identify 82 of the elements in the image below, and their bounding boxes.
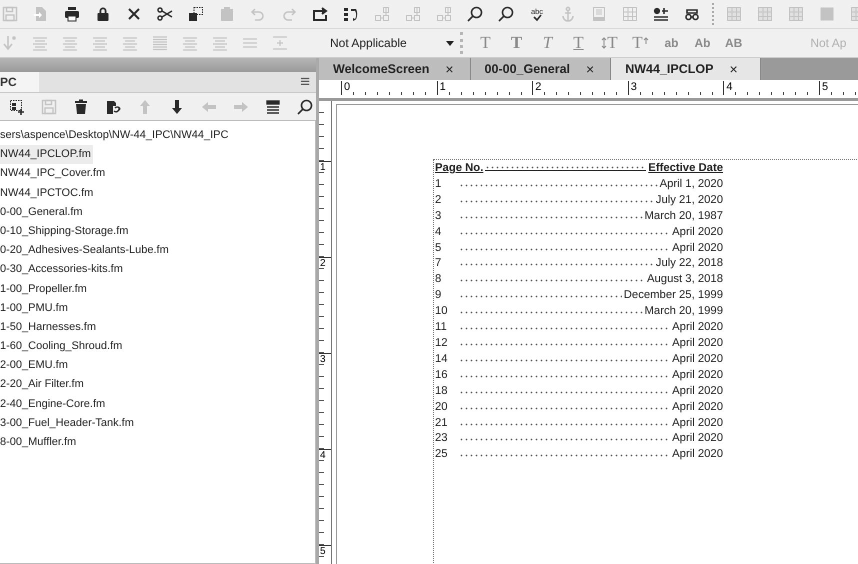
arrows-icon <box>601 37 608 49</box>
sort-icon[interactable] <box>343 6 359 22</box>
page-number: 23 <box>435 431 449 446</box>
page-number: 5 <box>435 240 442 256</box>
add-icon[interactable] <box>9 98 25 114</box>
file-item[interactable]: NW44_IPC_Cover.fm <box>0 164 108 184</box>
lock-icon[interactable] <box>95 6 111 22</box>
search-icon[interactable] <box>467 6 483 22</box>
page-number: 2 <box>435 192 442 208</box>
document-tab[interactable]: NW44_IPCLOP × <box>611 58 761 80</box>
copy-icon[interactable] <box>188 6 204 22</box>
file-item[interactable]: 1-50_Harnesses.fm <box>0 318 98 338</box>
file-item[interactable]: 1-60_Cooling_Shroud.fm <box>0 337 124 356</box>
effective-date: April 2020 <box>672 336 723 351</box>
page-number: 10 <box>435 304 449 320</box>
page-number: 20 <box>435 400 449 415</box>
effective-date: April 2020 <box>672 368 723 383</box>
trash-icon[interactable] <box>73 98 89 114</box>
effective-date: July 21, 2020 <box>656 192 723 208</box>
glasses-icon[interactable] <box>684 6 700 22</box>
effective-date: March 20, 1999 <box>644 304 723 320</box>
condition-dropdown[interactable]: Not Applicable <box>322 33 458 53</box>
refresh-icon[interactable] <box>105 98 121 114</box>
menu-icon[interactable]: ≡ <box>300 72 316 92</box>
search-icon[interactable] <box>297 98 313 114</box>
book-path: sers\aspence\Desktop\NW-44_IPC\NW44_IPC <box>0 128 230 143</box>
file-item[interactable]: 0-10_Shipping-Storage.fm <box>0 222 130 242</box>
effective-date: March 20, 1987 <box>644 208 723 224</box>
file-item[interactable]: 2-20_Air Filter.fm <box>0 375 86 395</box>
page-number: 4 <box>435 224 442 240</box>
file-item[interactable]: NW44_IPCTOC.fm <box>0 184 96 203</box>
effective-date: April 2020 <box>672 400 723 415</box>
effective-date: April 2020 <box>672 240 723 256</box>
file-item[interactable]: 0-30_Accessories-kits.fm <box>0 260 125 280</box>
page-number: 7 <box>435 256 442 272</box>
page-number: 16 <box>435 368 449 383</box>
file-item[interactable]: 1-00_Propeller.fm <box>0 280 89 299</box>
column-heading: Effective Date <box>648 161 723 176</box>
effective-date: April 2020 <box>672 416 723 430</box>
page-number: 14 <box>435 352 449 367</box>
horizontal-ruler: 0 1 2 3 4 5 <box>319 80 858 101</box>
page-number: 25 <box>435 447 449 462</box>
page-number: 1 <box>435 176 442 192</box>
list-icon[interactable] <box>265 98 281 114</box>
file-item[interactable]: 0-00_General.fm <box>0 202 85 222</box>
page-number: 11 <box>435 320 448 336</box>
page-number: 3 <box>435 208 442 224</box>
arrow-down-icon[interactable] <box>169 98 185 114</box>
effective-date: April 2020 <box>672 320 723 336</box>
effective-date: April 2020 <box>672 224 723 240</box>
scissors-icon[interactable] <box>157 6 173 22</box>
repeat-icon[interactable] <box>312 6 328 22</box>
effective-date: April 1, 2020 <box>660 176 723 192</box>
file-item[interactable]: 0-20_Adhesives-Sealants-Lube.fm <box>0 241 171 260</box>
page-number: 21 <box>435 416 449 430</box>
file-item[interactable]: 2-40_Engine-Core.fm <box>0 394 108 414</box>
page-number: 8 <box>435 272 442 288</box>
variable-icon[interactable] <box>653 6 669 22</box>
document-tab[interactable]: 00-00_General × <box>470 58 612 80</box>
search-icon[interactable] <box>498 6 514 22</box>
effective-date: July 22, 2018 <box>656 256 723 272</box>
effective-date: April 2020 <box>672 447 723 462</box>
caret-icon <box>446 40 454 46</box>
effective-date: April 2020 <box>672 352 723 367</box>
print-icon[interactable] <box>64 6 80 22</box>
page-number: 18 <box>435 384 449 399</box>
page-number: 12 <box>435 336 449 351</box>
effective-date: August 3, 2018 <box>646 272 723 288</box>
file-item[interactable]: 3-00_Fuel_Header-Tank.fm <box>0 414 136 433</box>
file-item[interactable]: 8-00_Muffler.fm <box>0 433 78 452</box>
page-number: 9 <box>435 288 442 304</box>
close-icon[interactable] <box>126 6 142 22</box>
file-item[interactable]: 2-00_EMU.fm <box>0 356 70 376</box>
effective-date: April 2020 <box>672 431 723 446</box>
file-item[interactable]: 1-00_PMU.fm <box>0 298 70 318</box>
vertical-ruler: 1 2 3 4 5 <box>319 101 332 564</box>
document-tab[interactable]: WelcomeScreen × <box>319 58 471 80</box>
effective-date: April 2020 <box>672 384 723 399</box>
file-item[interactable]: NW44_IPCLOP.fm <box>0 145 93 164</box>
effective-date: December 25, 1999 <box>624 288 723 304</box>
panel-tab[interactable]: PC <box>0 72 39 92</box>
column-heading: Page No. <box>435 161 484 176</box>
